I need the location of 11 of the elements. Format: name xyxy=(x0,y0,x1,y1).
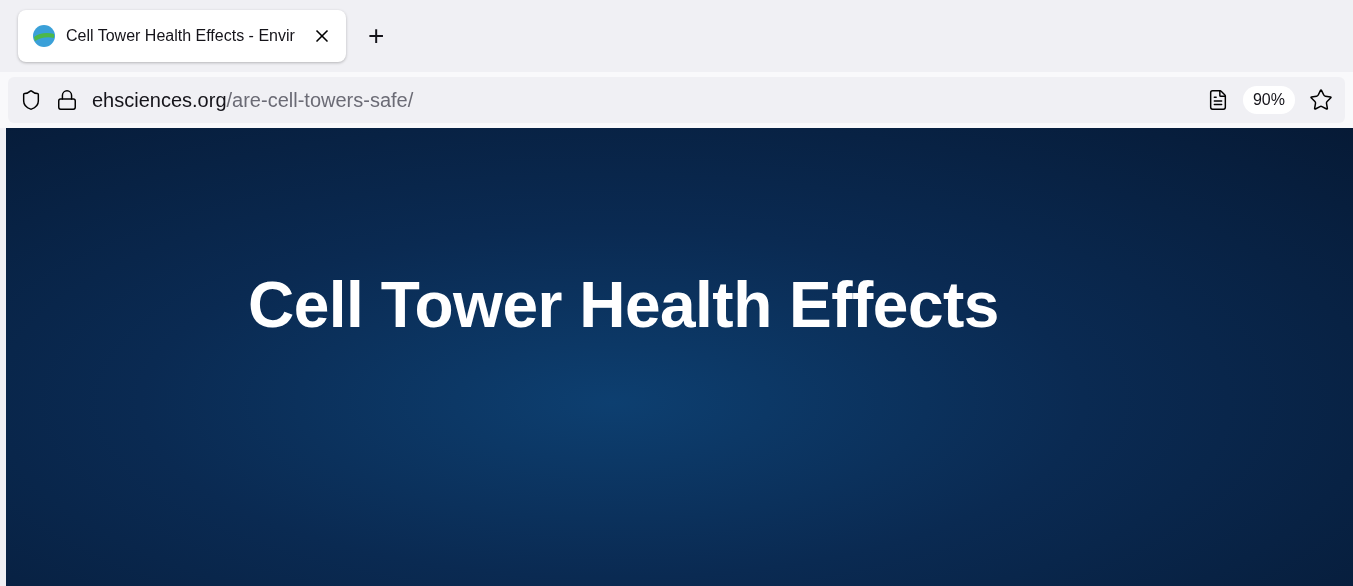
new-tab-button[interactable]: + xyxy=(360,20,393,52)
bookmark-star-icon[interactable] xyxy=(1309,88,1333,112)
tab-title: Cell Tower Health Effects - Envir xyxy=(66,27,296,45)
globe-icon xyxy=(32,24,56,48)
hero-title: Cell Tower Health Effects xyxy=(248,268,999,342)
browser-tab[interactable]: Cell Tower Health Effects - Envir xyxy=(18,10,346,62)
address-bar[interactable]: ehsciences.org/are-cell-towers-safe/ 90% xyxy=(8,77,1345,123)
shield-icon[interactable] xyxy=(20,89,42,111)
lock-icon[interactable] xyxy=(56,89,78,111)
zoom-button[interactable]: 90% xyxy=(1242,86,1295,114)
url-text: ehsciences.org/are-cell-towers-safe/ xyxy=(92,88,415,112)
